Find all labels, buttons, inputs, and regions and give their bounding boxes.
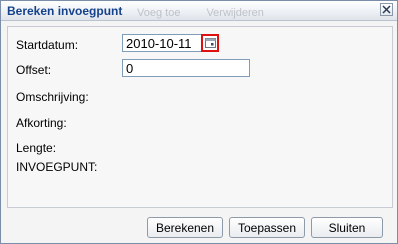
offset-label: Offset: [16,63,52,77]
form-panel: Startdatum: Offset: Omschrijving: Afkort… [7,26,393,208]
bereken-button[interactable]: Berekenen [147,217,223,238]
afkorting-label: Afkorting: [16,116,67,130]
toepassen-button[interactable]: Toepassen [229,217,305,238]
close-button[interactable] [380,3,393,16]
lengte-label: Lengte: [16,141,57,155]
dialog-title: Bereken invoegpunt [7,4,123,18]
sluiten-button[interactable]: Sluiten [311,217,383,238]
background-remove-label: Verwijderen [206,7,264,19]
omschrijving-label: Omschrijving: [16,90,89,104]
invoegpunt-label: INVOEGPUNT: [16,160,98,174]
calendar-icon [204,38,216,48]
title-bar[interactable]: Voeg toe Verwijderen Bereken invoegpunt [1,1,397,21]
startdatum-label: Startdatum: [16,38,79,52]
dialog-window: Voeg toe Verwijderen Bereken invoegpunt … [0,0,398,244]
close-icon [382,5,391,14]
offset-field[interactable] [122,59,250,77]
startdatum-field[interactable] [122,34,202,52]
background-add-label: Voeg toe [137,7,181,19]
calendar-button[interactable] [201,34,219,52]
